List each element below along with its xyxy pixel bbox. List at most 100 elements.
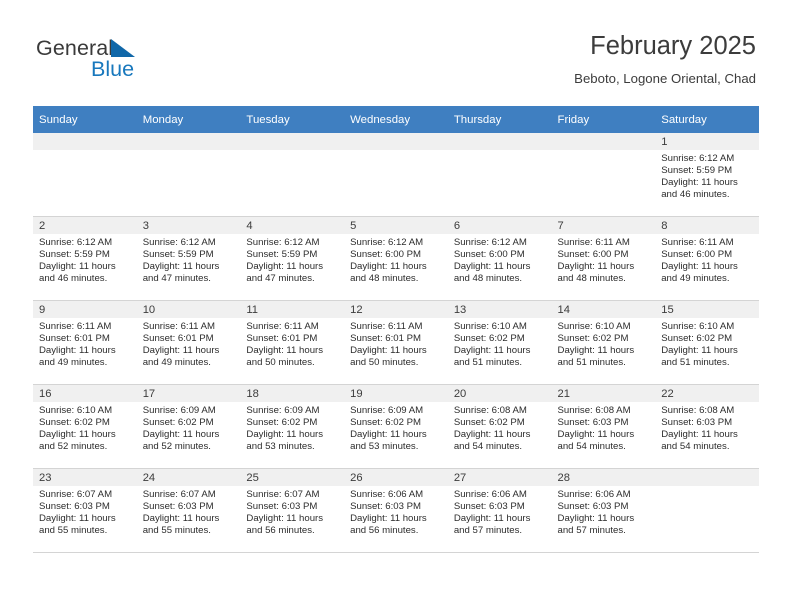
day-cell[interactable]: 22 Sunrise: 6:08 AM Sunset: 6:03 PM Dayligh… [655, 384, 759, 469]
day-details: Sunrise: 6:12 AM Sunset: 5:59 PM Daylight:… [137, 234, 241, 285]
day-cell[interactable]: 17 Sunrise: 6:09 AM Sunset: 6:02 PM Dayligh… [136, 384, 241, 469]
day-cell[interactable]: 13 Sunrise: 6:10 AM Sunset: 6:02 PM Dayligh… [447, 300, 552, 385]
day-details: Sunrise: 6:10 AM Sunset: 6:02 PM Daylight:… [448, 318, 552, 369]
day-cell[interactable]: 8 Sunrise: 6:11 AM Sunset: 6:00 PM Daylight… [655, 216, 759, 301]
daylight-text-line2: and 54 minutes. [453, 441, 523, 453]
day-cell[interactable] [240, 133, 345, 217]
day-number [240, 133, 345, 150]
day-details: Sunrise: 6:10 AM Sunset: 6:02 PM Daylight:… [552, 318, 656, 369]
day-cell[interactable]: 3 Sunrise: 6:12 AM Sunset: 5:59 PM Daylight… [136, 216, 241, 301]
weekday-header-saturday: Saturday [655, 106, 759, 133]
day-details: Sunrise: 6:11 AM Sunset: 6:01 PM Daylight:… [344, 318, 448, 369]
weekday-header-thursday: Thursday [447, 106, 552, 133]
day-cell[interactable]: 2 Sunrise: 6:12 AM Sunset: 5:59 PM Daylight… [33, 216, 137, 301]
day-cell[interactable]: 6 Sunrise: 6:12 AM Sunset: 6:00 PM Daylight… [447, 216, 552, 301]
day-number [551, 133, 656, 150]
sunset-text: Sunset: 5:59 PM [39, 249, 110, 261]
daylight-text-line1: Daylight: 11 hours [661, 261, 738, 273]
day-cell[interactable]: 16 Sunrise: 6:10 AM Sunset: 6:02 PM Dayligh… [33, 384, 137, 469]
daylight-text-line2: and 51 minutes. [453, 357, 523, 369]
day-cell[interactable]: 1 Sunrise: 6:12 AM Sunset: 5:59 PM Daylight… [655, 133, 759, 217]
day-number: 10 [136, 301, 241, 318]
day-details: Sunrise: 6:06 AM Sunset: 6:03 PM Daylight:… [344, 486, 448, 537]
day-cell[interactable]: 9 Sunrise: 6:11 AM Sunset: 6:01 PM Daylight… [33, 300, 137, 385]
daylight-text-line2: and 51 minutes. [557, 357, 626, 369]
day-cell[interactable]: 24 Sunrise: 6:07 AM Sunset: 6:03 PM Dayligh… [136, 468, 241, 553]
day-cell[interactable]: 28 Sunrise: 6:06 AM Sunset: 6:03 PM Dayligh… [551, 468, 656, 553]
sunrise-text: Sunrise: 6:11 AM [350, 321, 423, 332]
page-subtitle: Beboto, Logone Oriental, Chad [574, 71, 756, 86]
day-cell[interactable] [447, 133, 552, 217]
daylight-text-line1: Daylight: 11 hours [557, 513, 635, 525]
day-details: Sunrise: 6:09 AM Sunset: 6:02 PM Daylight:… [344, 402, 448, 453]
day-number: 25 [240, 469, 345, 486]
sunset-text: Sunset: 5:59 PM [142, 249, 214, 261]
sunrise-text: Sunrise: 6:09 AM [142, 405, 216, 416]
sunset-text: Sunset: 6:02 PM [142, 417, 214, 429]
daylight-text-line2: and 57 minutes. [453, 525, 523, 537]
daylight-text-line2: and 56 minutes. [350, 525, 419, 537]
day-cell[interactable]: 21 Sunrise: 6:08 AM Sunset: 6:03 PM Dayligh… [551, 384, 656, 469]
day-cell[interactable]: 26 Sunrise: 6:06 AM Sunset: 6:03 PM Dayligh… [344, 468, 448, 553]
day-cell[interactable]: 5 Sunrise: 6:12 AM Sunset: 6:00 PM Daylight… [344, 216, 448, 301]
day-number: 15 [655, 301, 759, 318]
daylight-text-line1: Daylight: 11 hours [557, 261, 635, 273]
day-number: 16 [33, 385, 137, 402]
sunrise-text: Sunrise: 6:12 AM [246, 237, 320, 248]
sunrise-text: Sunrise: 6:07 AM [142, 489, 216, 500]
daylight-text-line2: and 56 minutes. [246, 525, 315, 537]
sunrise-text: Sunrise: 6:12 AM [142, 237, 216, 248]
day-cell[interactable]: 10 Sunrise: 6:11 AM Sunset: 6:01 PM Dayligh… [136, 300, 241, 385]
daylight-text-line2: and 50 minutes. [246, 357, 315, 369]
day-cell[interactable]: 12 Sunrise: 6:11 AM Sunset: 6:01 PM Dayligh… [344, 300, 448, 385]
day-number [33, 133, 137, 150]
daylight-text-line1: Daylight: 11 hours [39, 261, 116, 273]
day-details: Sunrise: 6:12 AM Sunset: 5:59 PM Daylight:… [655, 150, 759, 201]
daylight-text-line2: and 48 minutes. [350, 273, 419, 285]
day-cell[interactable]: 18 Sunrise: 6:09 AM Sunset: 6:02 PM Dayligh… [240, 384, 345, 469]
day-details: Sunrise: 6:08 AM Sunset: 6:02 PM Daylight:… [448, 402, 552, 453]
day-number: 18 [240, 385, 345, 402]
day-cell[interactable] [136, 133, 241, 217]
day-number: 9 [33, 301, 137, 318]
day-number [447, 133, 552, 150]
day-cell[interactable]: 27 Sunrise: 6:06 AM Sunset: 6:03 PM Dayligh… [447, 468, 552, 553]
weekday-header-friday: Friday [551, 106, 656, 133]
brand-logo[interactable]: General Blue [36, 36, 266, 84]
day-cell[interactable] [344, 133, 448, 217]
day-cell[interactable]: 14 Sunrise: 6:10 AM Sunset: 6:02 PM Dayligh… [551, 300, 656, 385]
day-cell[interactable] [655, 468, 759, 553]
day-number: 28 [551, 469, 656, 486]
daylight-text-line2: and 55 minutes. [39, 525, 108, 537]
day-cell[interactable] [551, 133, 656, 217]
day-cell[interactable]: 15 Sunrise: 6:10 AM Sunset: 6:02 PM Dayligh… [655, 300, 759, 385]
day-cell[interactable]: 7 Sunrise: 6:11 AM Sunset: 6:00 PM Daylight… [551, 216, 656, 301]
day-number: 1 [655, 133, 759, 150]
sunrise-text: Sunrise: 6:11 AM [39, 321, 112, 332]
day-cell[interactable]: 4 Sunrise: 6:12 AM Sunset: 5:59 PM Daylight… [240, 216, 345, 301]
sunset-text: Sunset: 5:59 PM [246, 249, 318, 261]
sunrise-text: Sunrise: 6:11 AM [557, 237, 630, 248]
day-number: 11 [240, 301, 345, 318]
day-cell[interactable] [33, 133, 137, 217]
sunset-text: Sunset: 6:01 PM [350, 333, 422, 345]
day-number [136, 133, 241, 150]
day-details: Sunrise: 6:08 AM Sunset: 6:03 PM Daylight:… [655, 402, 759, 453]
sunrise-text: Sunrise: 6:06 AM [557, 489, 631, 500]
day-cell[interactable]: 19 Sunrise: 6:09 AM Sunset: 6:02 PM Dayligh… [344, 384, 448, 469]
daylight-text-line1: Daylight: 11 hours [350, 429, 427, 441]
day-number: 19 [344, 385, 448, 402]
page-title: February 2025 [590, 32, 756, 60]
sunrise-text: Sunrise: 6:10 AM [557, 321, 631, 332]
page-header: General Blue February 2025 Beboto, Logon… [0, 0, 792, 100]
daylight-text-line1: Daylight: 11 hours [142, 429, 220, 441]
day-cell[interactable]: 20 Sunrise: 6:08 AM Sunset: 6:02 PM Dayligh… [447, 384, 552, 469]
day-cell[interactable]: 23 Sunrise: 6:07 AM Sunset: 6:03 PM Dayligh… [33, 468, 137, 553]
sunrise-text: Sunrise: 6:12 AM [453, 237, 527, 248]
sunset-text: Sunset: 6:03 PM [661, 417, 733, 429]
day-cell[interactable]: 25 Sunrise: 6:07 AM Sunset: 6:03 PM Dayligh… [240, 468, 345, 553]
sunrise-text: Sunrise: 6:07 AM [246, 489, 320, 500]
day-cell[interactable]: 11 Sunrise: 6:11 AM Sunset: 6:01 PM Dayligh… [240, 300, 345, 385]
daylight-text-line2: and 46 minutes. [661, 189, 730, 201]
daylight-text-line1: Daylight: 11 hours [557, 345, 635, 357]
